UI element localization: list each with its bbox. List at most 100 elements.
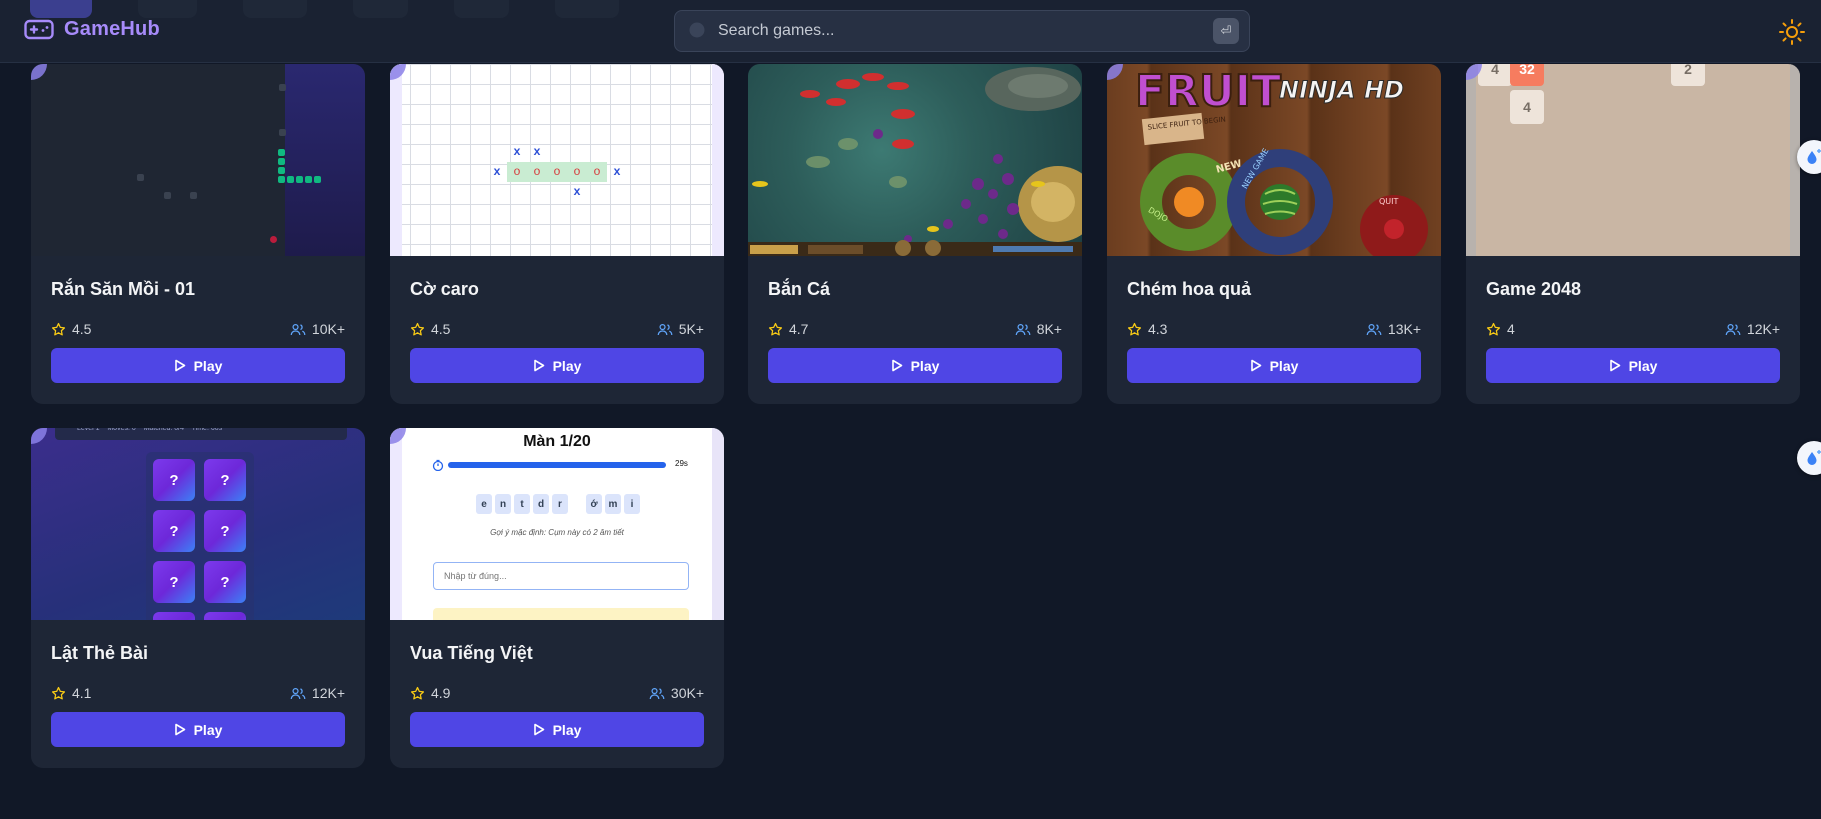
play-button[interactable]: Play <box>410 348 704 383</box>
game-card-chem-hoa-qua[interactable]: FRUIT NINJA HD SLICE FRUIT TO BEGIN NEW … <box>1107 64 1441 404</box>
users-icon <box>649 687 665 699</box>
caro-mark-o: o <box>527 162 547 182</box>
game-thumbnail[interactable] <box>748 64 1082 256</box>
game-meta: 4.5 5K+ <box>410 321 704 337</box>
star-icon <box>1127 322 1142 335</box>
game-card-caro[interactable]: x x x o o o o o x x Cờ caro 4.5 5K+ Play <box>390 64 724 404</box>
obstacle-block <box>190 192 197 199</box>
game-title: Game 2048 <box>1486 279 1582 299</box>
caro-mark-o: o <box>547 162 567 182</box>
play-button[interactable]: Play <box>768 348 1062 383</box>
game-thumbnail[interactable]: 4 32 2 4 <box>1466 64 1800 256</box>
droplet-button[interactable] <box>1797 140 1821 174</box>
users-icon <box>290 687 306 699</box>
rating: 4.9 <box>410 685 450 701</box>
game-title: Rắn Săn Mồi - 01 <box>51 279 196 299</box>
memory-card <box>153 612 195 620</box>
hint-button[interactable] <box>433 608 689 620</box>
logo[interactable]: GameHub <box>24 18 160 41</box>
tab-hidden-2[interactable] <box>243 0 307 18</box>
game-card-snake[interactable]: Rắn Săn Mồi - 01 4.5 10K+ Play <box>31 64 365 404</box>
rating: 4 <box>1486 321 1515 337</box>
tab-hidden-1[interactable] <box>138 0 198 18</box>
obstacle-block <box>279 84 286 91</box>
game-thumbnail[interactable] <box>31 64 365 256</box>
player-count: 5K+ <box>657 321 704 337</box>
players-value: 12K+ <box>311 685 345 701</box>
timer-icon <box>432 459 444 471</box>
obstacle-block <box>164 192 171 199</box>
memory-card <box>204 612 246 620</box>
snake-segment <box>278 158 285 165</box>
search-bar[interactable]: ⏎ <box>674 10 1250 52</box>
letter-tile: t <box>514 494 530 514</box>
game-title: Chém hoa quả <box>1127 279 1252 299</box>
game-thumbnail[interactable]: Level 1 Moves: 0 Matched: 0/4 Time: 60s … <box>31 428 365 620</box>
answer-input[interactable] <box>433 562 689 590</box>
corner-badge <box>390 64 406 80</box>
caro-mark-x: x <box>513 145 521 159</box>
obstacle-block <box>137 174 144 181</box>
search-input[interactable] <box>718 22 1213 40</box>
game-thumbnail[interactable]: x x x o o o o o x x <box>390 64 724 256</box>
play-button[interactable]: Play <box>51 712 345 747</box>
timer-bar <box>448 462 666 468</box>
caro-border <box>712 64 724 256</box>
rating-value: 4.9 <box>431 685 451 701</box>
vua-border <box>390 428 402 620</box>
play-icon <box>1609 359 1620 372</box>
play-button[interactable]: Play <box>1486 348 1780 383</box>
tile-4: 4 <box>1510 90 1544 124</box>
snake-segment <box>278 167 285 174</box>
rating-value: 4.5 <box>431 321 451 337</box>
game-title: Bắn Cá <box>768 279 831 299</box>
gamepad-icon <box>24 19 54 39</box>
game-thumbnail[interactable]: Màn 1/20 29s e n t d r ớ m i Gợi ý mặc đ… <box>390 428 724 620</box>
droplet-button[interactable] <box>1797 441 1821 475</box>
tab-hidden-4[interactable] <box>454 0 510 18</box>
game-card-vua-tieng-viet[interactable]: Màn 1/20 29s e n t d r ớ m i Gợi ý mặc đ… <box>390 428 724 768</box>
player-count: 30K+ <box>649 685 704 701</box>
game-meta: 4.5 10K+ <box>51 321 345 337</box>
tab-hidden-3[interactable] <box>352 0 409 18</box>
players-value: 10K+ <box>311 321 345 337</box>
fruit-quit-text: QUIT <box>1379 197 1399 206</box>
memory-card: ? <box>153 561 195 603</box>
snake-segment <box>314 176 321 183</box>
vua-level-title: Màn 1/20 <box>523 433 591 450</box>
droplet-icon <box>1807 450 1821 465</box>
caro-mark-x: x <box>493 165 501 179</box>
letter-tile: r <box>552 494 568 514</box>
memory-card: ? <box>204 561 246 603</box>
caro-mark-o: o <box>587 162 607 182</box>
game-meta: 4.9 30K+ <box>410 685 704 701</box>
food-dot <box>270 236 277 243</box>
timer-value: 29s <box>675 459 688 468</box>
game-card-ban-ca[interactable]: Bắn Cá 4.7 8K+ Play <box>748 64 1082 404</box>
snake-sidebar-decor <box>285 64 365 256</box>
player-count: 8K+ <box>1015 321 1062 337</box>
star-icon <box>51 686 66 699</box>
tab-hidden-5[interactable] <box>555 0 619 18</box>
sun-icon[interactable] <box>1777 17 1807 47</box>
corner-badge <box>31 64 47 80</box>
game-card-lat-the-bai[interactable]: Level 1 Moves: 0 Matched: 0/4 Time: 60s … <box>31 428 365 768</box>
game-title: Lật Thẻ Bài <box>51 643 149 663</box>
rating-value: 4 <box>1507 321 1515 337</box>
category-tabs <box>30 0 619 18</box>
game-thumbnail[interactable]: FRUIT NINJA HD SLICE FRUIT TO BEGIN NEW … <box>1107 64 1441 256</box>
play-button[interactable]: Play <box>51 348 345 383</box>
tile-2: 2 <box>1671 64 1705 86</box>
play-button[interactable]: Play <box>1127 348 1421 383</box>
play-label: Play <box>193 721 223 738</box>
player-count: 12K+ <box>290 685 345 701</box>
top-bar: GameHub ⏎ <box>0 0 1821 63</box>
tab-all[interactable] <box>30 0 92 18</box>
play-label: Play <box>1628 357 1658 374</box>
player-count: 13K+ <box>1366 321 1421 337</box>
corner-badge <box>31 428 47 444</box>
memory-card: ? <box>204 459 246 501</box>
tile-32: 32 <box>1510 64 1544 86</box>
play-button[interactable]: Play <box>410 712 704 747</box>
game-card-2048[interactable]: 4 32 2 4 Game 2048 4 12K+ Play <box>1466 64 1800 404</box>
